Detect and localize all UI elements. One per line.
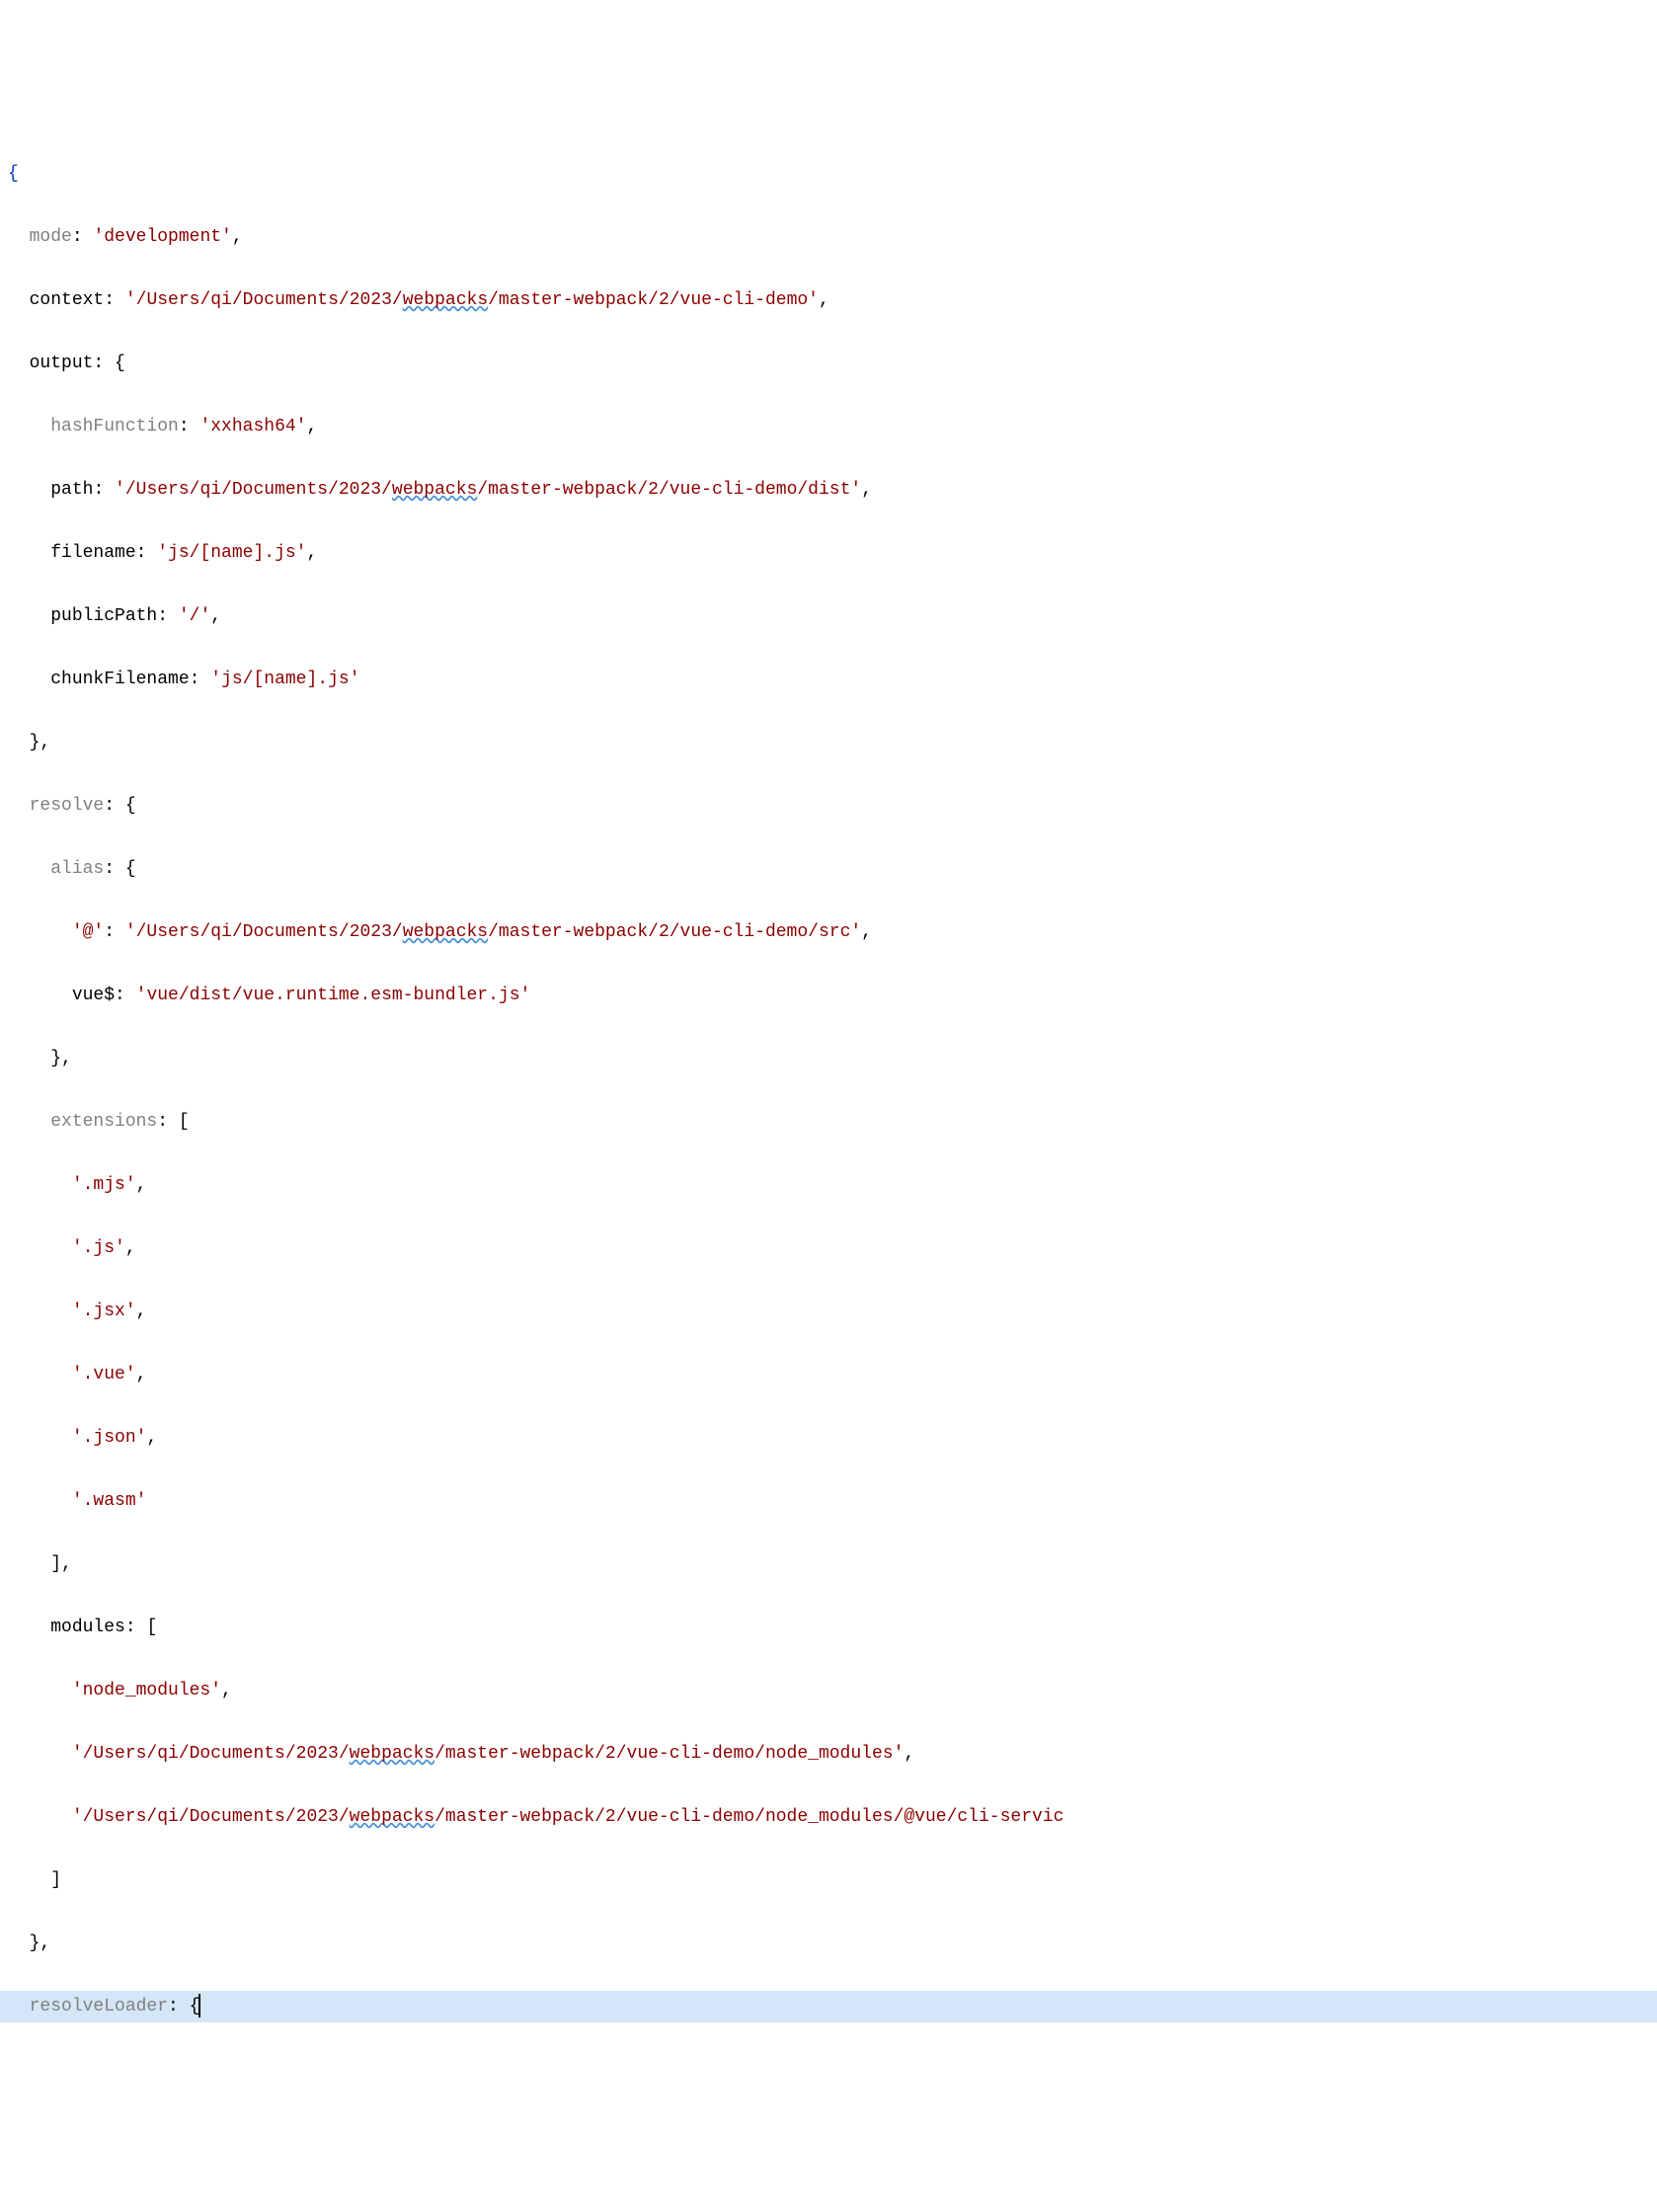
code-line: ], (0, 1548, 1657, 1580)
code-line: '.jsx', (0, 1296, 1657, 1327)
string-value: 'vue/dist/vue.runtime.esm-bundler.js' (136, 986, 531, 1005)
string-value: 'js/[name].js' (210, 670, 359, 689)
code-line: '.json', (0, 1422, 1657, 1454)
property-key: extensions (50, 1112, 157, 1132)
code-line: hashFunction: 'xxhash64', (0, 411, 1657, 442)
property-key: mode (30, 227, 72, 247)
code-line: output: { (0, 348, 1657, 379)
code-line: }, (0, 1043, 1657, 1074)
string-value: '.jsx' (72, 1302, 136, 1321)
string-value: '.js' (72, 1238, 125, 1258)
code-line: resolve: { (0, 790, 1657, 822)
property-key: resolveLoader (30, 1997, 168, 2016)
code-line: ] (0, 1864, 1657, 1896)
code-line: { (0, 158, 1657, 190)
property-key: modules (50, 1618, 125, 1637)
code-line: '.js', (0, 1232, 1657, 1264)
code-line: }, (0, 727, 1657, 758)
property-key: hashFunction (50, 417, 179, 436)
code-line: 'node_modules', (0, 1675, 1657, 1706)
code-line: filename: 'js/[name].js', (0, 537, 1657, 569)
code-line: '.mjs', (0, 1169, 1657, 1201)
code-line: vue$: 'vue/dist/vue.runtime.esm-bundler.… (0, 980, 1657, 1011)
property-key: chunkFilename (50, 670, 189, 689)
text-cursor (198, 1994, 200, 2017)
property-key: vue$ (72, 986, 115, 1005)
string-value: '/' (179, 606, 210, 626)
property-key: publicPath (50, 606, 157, 626)
property-key: resolve (30, 796, 105, 816)
code-line: alias: { (0, 853, 1657, 885)
string-value: '/Users/qi/Documents/2023/webpacks/maste… (72, 1807, 1065, 1827)
string-value: 'js/[name].js' (157, 543, 306, 563)
string-value: '.wasm' (72, 1491, 147, 1511)
property-key: context (30, 290, 105, 310)
code-line: mode: 'development', (0, 221, 1657, 253)
code-line: path: '/Users/qi/Documents/2023/webpacks… (0, 474, 1657, 506)
string-value: '.json' (72, 1428, 147, 1448)
code-editor[interactable]: { mode: 'development', context: '/Users/… (0, 126, 1657, 2054)
code-line: context: '/Users/qi/Documents/2023/webpa… (0, 284, 1657, 316)
code-line: }, (0, 1928, 1657, 1959)
string-value: '/Users/qi/Documents/2023/webpacks/maste… (125, 922, 861, 942)
code-line: modules: [ (0, 1612, 1657, 1643)
code-line: '.wasm' (0, 1485, 1657, 1517)
property-key: '@' (72, 922, 104, 942)
string-value: 'development' (93, 227, 231, 247)
code-line: extensions: [ (0, 1106, 1657, 1138)
string-value: '/Users/qi/Documents/2023/webpacks/maste… (115, 480, 861, 500)
code-line: '.vue', (0, 1359, 1657, 1390)
property-key: alias (50, 859, 104, 879)
code-line: '@': '/Users/qi/Documents/2023/webpacks/… (0, 916, 1657, 948)
property-key: output (30, 354, 94, 373)
code-line: '/Users/qi/Documents/2023/webpacks/maste… (0, 1738, 1657, 1770)
string-value: '/Users/qi/Documents/2023/webpacks/maste… (72, 1744, 905, 1764)
string-value: '.mjs' (72, 1175, 136, 1195)
property-key: path (50, 480, 93, 500)
code-line: '/Users/qi/Documents/2023/webpacks/maste… (0, 1801, 1657, 1833)
code-line: chunkFilename: 'js/[name].js' (0, 664, 1657, 695)
string-value: '.vue' (72, 1365, 136, 1384)
string-value: '/Users/qi/Documents/2023/webpacks/maste… (125, 290, 819, 310)
code-line: publicPath: '/', (0, 600, 1657, 632)
string-value: 'node_modules' (72, 1681, 221, 1700)
code-line-active: resolveLoader: { (0, 1991, 1657, 2022)
property-key: filename (50, 543, 135, 563)
brace-open: { (8, 164, 19, 184)
string-value: 'xxhash64' (199, 417, 306, 436)
